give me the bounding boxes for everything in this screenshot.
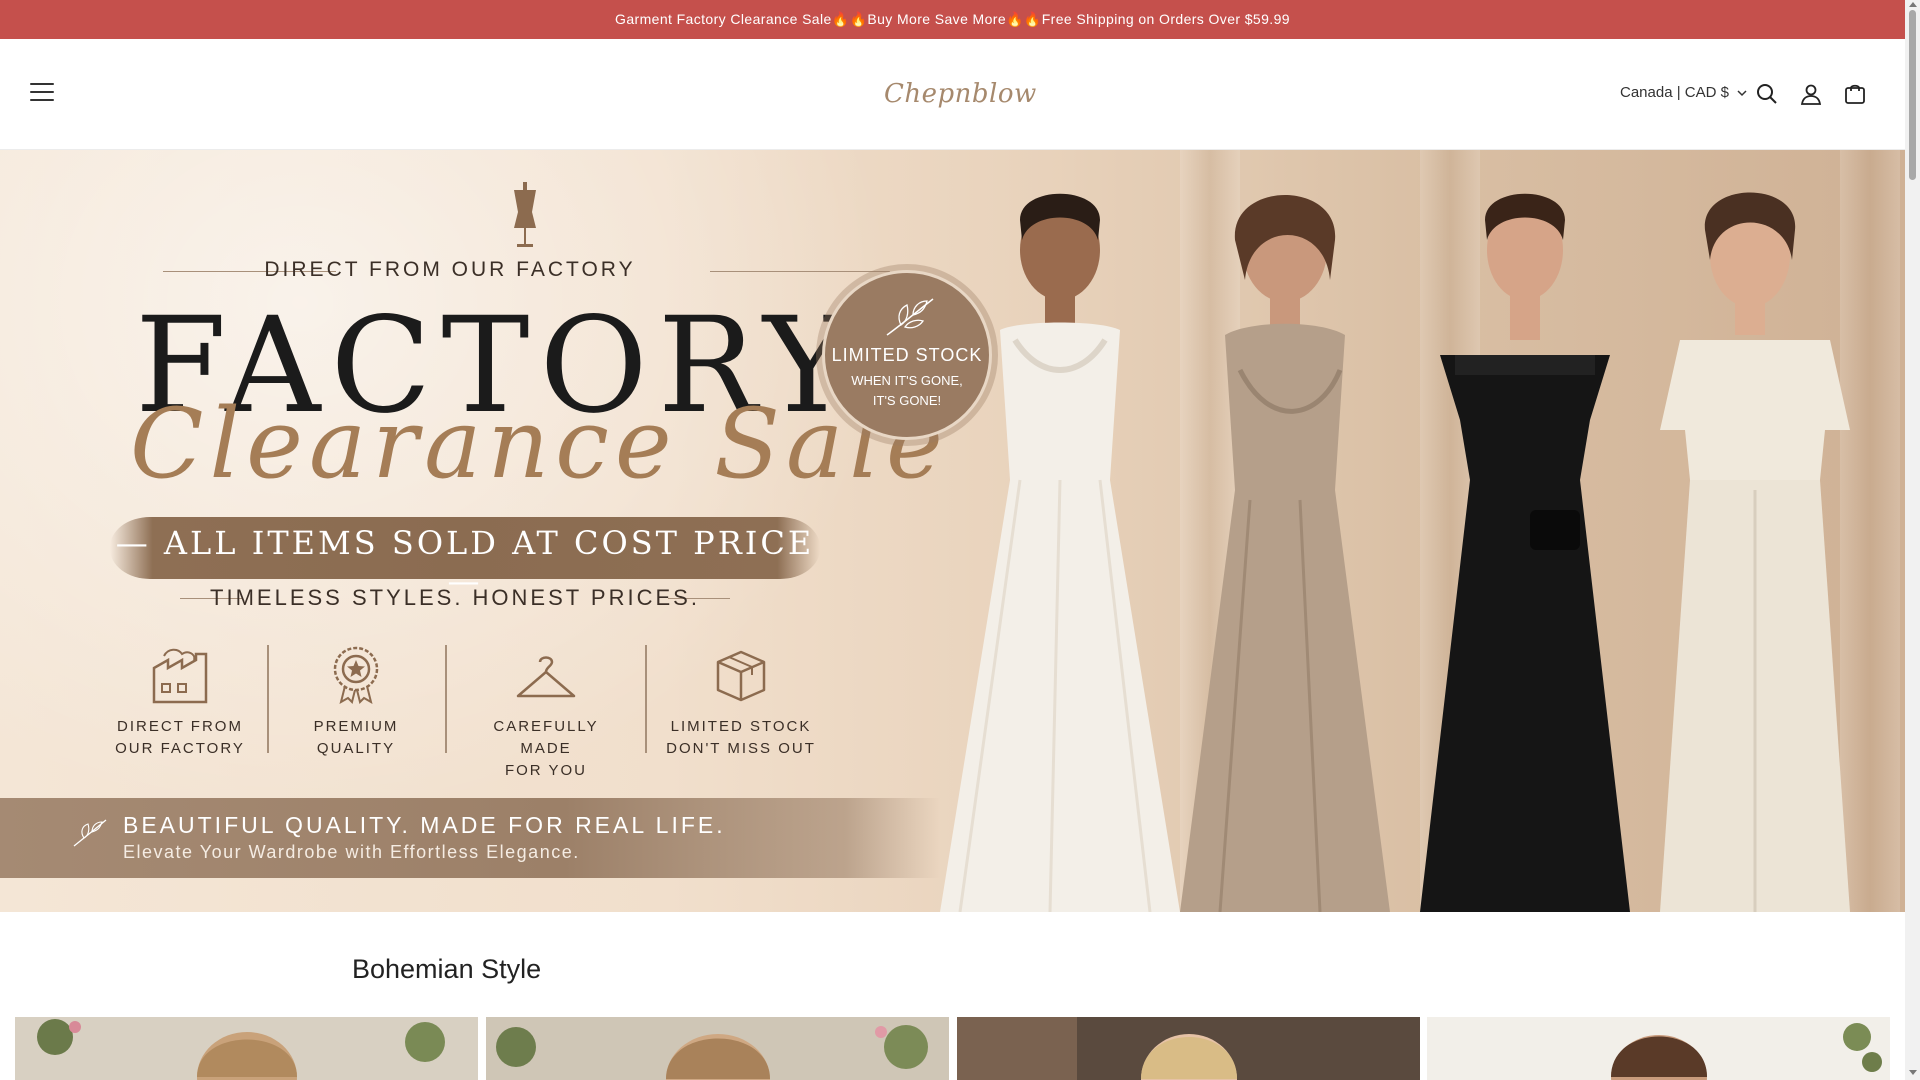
product-image xyxy=(486,1017,949,1080)
site-header: Chepnblow Canada | CAD $ xyxy=(0,39,1905,150)
search-icon[interactable] xyxy=(1752,79,1782,109)
band-subtitle: Elevate Your Wardrobe with Effortless El… xyxy=(123,842,580,862)
chevron-down-icon xyxy=(1737,89,1747,96)
feature-3-line-1: CAREFULLY MADE xyxy=(493,718,599,757)
product-image xyxy=(15,1017,478,1080)
hero-kicker: DIRECT FROM OUR FACTORY xyxy=(264,258,636,281)
hero-tagline: TIMELESS STYLES. HONEST PRICES. xyxy=(210,585,700,610)
feature-3-line-2: FOR YOU xyxy=(504,762,588,779)
logo-text: Chepnblow xyxy=(884,79,1037,109)
currency-selector[interactable]: Canada | CAD $ xyxy=(1620,84,1747,101)
product-card[interactable] xyxy=(486,1017,949,1080)
feature-2-line-1: PREMIUM xyxy=(313,718,399,735)
feature-direct-factory: DIRECT FROM OUR FACTORY xyxy=(100,640,260,760)
cart-icon[interactable] xyxy=(1840,79,1870,109)
scroll-thumb[interactable] xyxy=(1909,10,1916,180)
box-icon xyxy=(716,650,766,702)
factory-icon xyxy=(152,648,208,704)
announcement-bar: Garment Factory Clearance Sale🔥🔥Buy More… xyxy=(0,0,1905,39)
model-cream-outfit xyxy=(1660,192,1850,912)
feature-limited-stock: LIMITED STOCK DON'T MISS OUT xyxy=(661,640,821,760)
currency-label: Canada | CAD $ xyxy=(1620,84,1729,101)
feature-carefully-made: CAREFULLY MADE FOR YOU xyxy=(466,640,626,782)
announcement-text: Garment Factory Clearance Sale🔥🔥Buy More… xyxy=(615,11,1290,27)
feature-4-line-1: LIMITED STOCK xyxy=(670,718,812,735)
site-logo[interactable]: Chepnblow xyxy=(878,69,1036,119)
band-title: BEAUTIFUL QUALITY. MADE FOR REAL LIFE. xyxy=(123,812,726,838)
feature-2-line-2: QUALITY xyxy=(316,740,396,757)
account-icon[interactable] xyxy=(1796,79,1826,109)
product-card[interactable] xyxy=(957,1017,1420,1080)
award-icon xyxy=(333,646,379,704)
model-black-gown xyxy=(1420,193,1630,912)
hero-banner[interactable]: DIRECT FROM OUR FACTORY FACTORY Clearanc… xyxy=(0,150,1905,912)
scroll-up-icon[interactable] xyxy=(1909,2,1917,7)
product-card[interactable] xyxy=(15,1017,478,1080)
hanger-icon xyxy=(516,656,576,698)
feature-4-line-2: DON'T MISS OUT xyxy=(666,740,816,757)
feature-premium-quality: PREMIUM QUALITY xyxy=(276,640,436,760)
collection-title: Bohemian Style xyxy=(352,954,542,984)
dress-form-icon xyxy=(514,182,536,247)
page-scrollbar[interactable] xyxy=(1905,0,1920,1080)
leaf-icon xyxy=(73,819,107,847)
menu-icon[interactable] xyxy=(30,83,54,105)
product-image xyxy=(1427,1017,1890,1080)
feature-1-line-1: DIRECT FROM xyxy=(117,718,243,735)
feature-1-line-2: OUR FACTORY xyxy=(115,740,245,757)
product-card[interactable] xyxy=(1427,1017,1890,1080)
product-image xyxy=(957,1017,1420,1080)
scroll-down-icon[interactable] xyxy=(1909,1070,1917,1075)
